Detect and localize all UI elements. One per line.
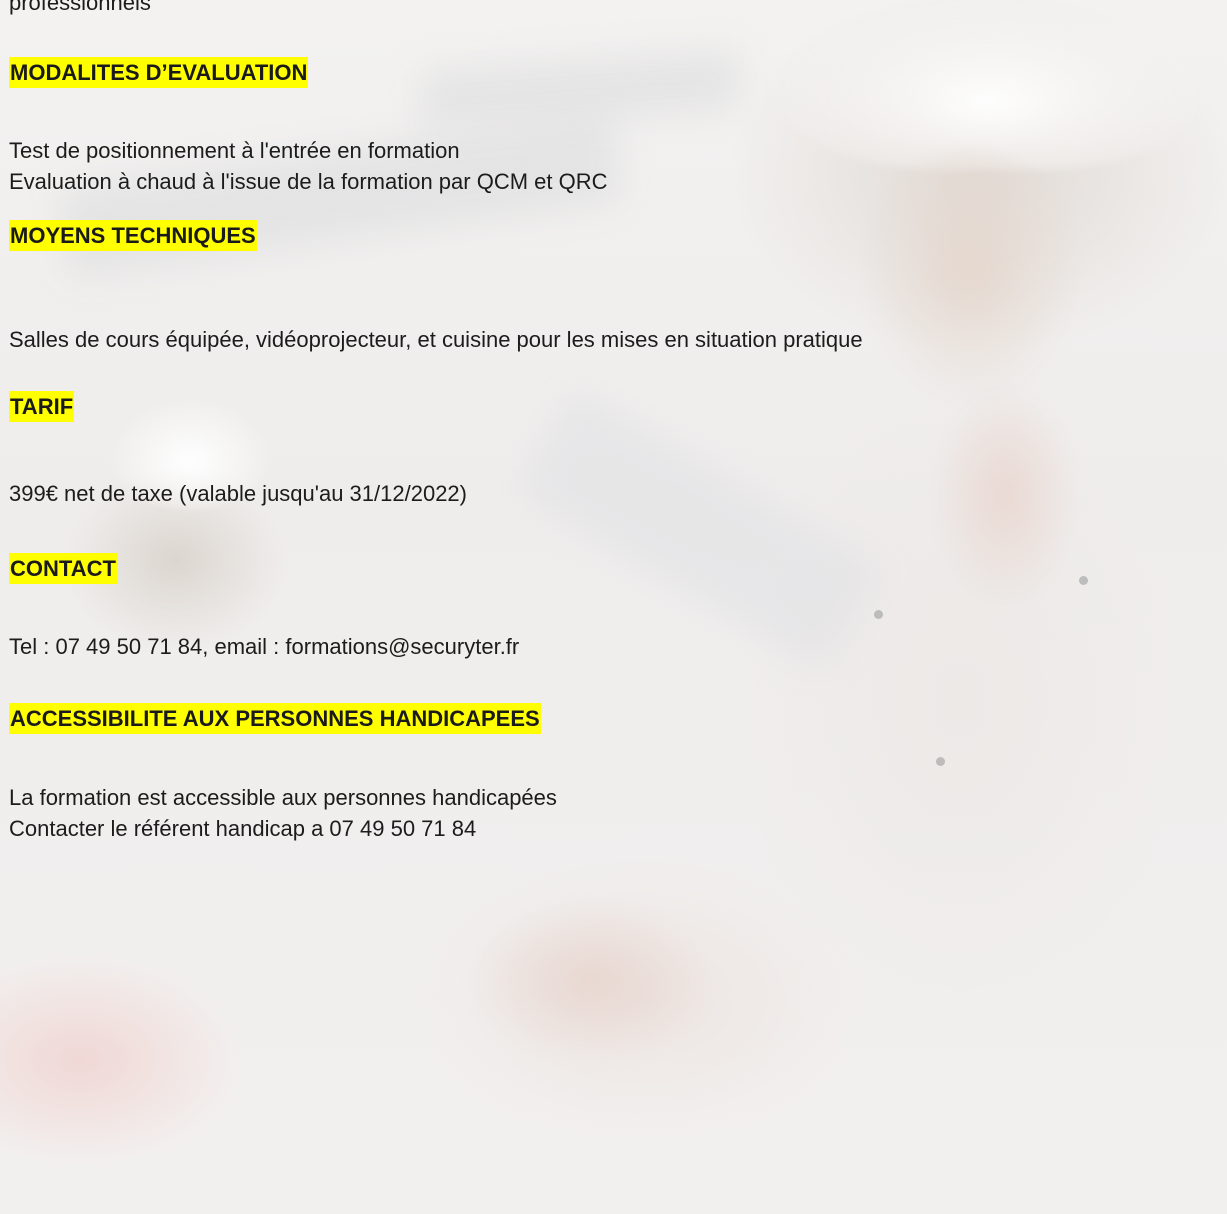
jacket-button: [874, 610, 883, 619]
contact-line: Tel : 07 49 50 71 84, email : formations…: [9, 634, 520, 659]
contact-text: Tel : 07 49 50 71 84, email : formations…: [9, 631, 519, 662]
top-text-fragment: professionnels: [9, 0, 151, 15]
heading-accessibilite: ACCESSIBILITE AUX PERSONNES HANDICAPEES: [9, 703, 541, 734]
evaluation-line: Test de positionnement à l'entrée en for…: [9, 138, 460, 163]
chef-face-shape: [860, 150, 1080, 410]
evaluation-text: Test de positionnement à l'entrée en for…: [9, 135, 608, 197]
hand-shape: [470, 900, 710, 1060]
accessibilite-line: Contacter le référent handicap a 07 49 5…: [9, 816, 477, 841]
evaluation-line: Evaluation à chaud à l'issue de la forma…: [9, 169, 608, 194]
accessibilite-line: La formation est accessible aux personne…: [9, 785, 557, 810]
moyens-text: Salles de cours équipée, vidéoprojecteur…: [9, 324, 863, 355]
tarif-line: 399€ net de taxe (valable jusqu'au 31/12…: [9, 481, 467, 506]
hand-shape: [930, 380, 1080, 610]
accessibilite-text: La formation est accessible aux personne…: [9, 782, 557, 844]
chef-hat-shape: [780, 0, 1200, 170]
tarif-text: 399€ net de taxe (valable jusqu'au 31/12…: [9, 478, 467, 509]
moyens-line: Salles de cours équipée, vidéoprojecteur…: [9, 327, 863, 352]
jacket-button: [1079, 576, 1088, 585]
heading-moyens-techniques: MOYENS TECHNIQUES: [9, 220, 257, 251]
heading-contact: CONTACT: [9, 553, 117, 584]
heading-evaluation: MODALITES D’EVALUATION: [9, 57, 309, 88]
jacket-button: [936, 757, 945, 766]
heading-tarif: TARIF: [9, 391, 75, 422]
